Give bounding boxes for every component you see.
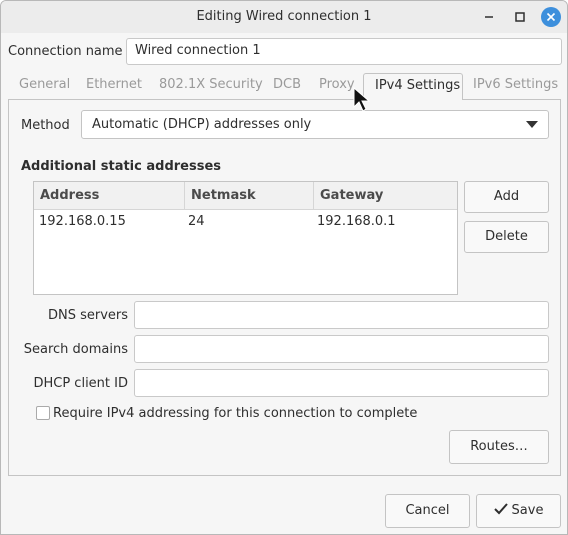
addresses-table-header: Address Netmask Gateway: [34, 182, 457, 210]
maximize-icon: [515, 12, 525, 22]
routes-button[interactable]: Routes…: [449, 430, 549, 464]
mouse-pointer-icon: [353, 87, 371, 112]
search-domains-label: Search domains: [23, 342, 128, 357]
dropdown-arrow-icon: [526, 121, 538, 128]
tab-ethernet[interactable]: Ethernet: [86, 77, 142, 92]
close-icon: [546, 12, 556, 22]
tab-dcb[interactable]: DCB: [273, 77, 301, 92]
close-button[interactable]: [541, 7, 561, 27]
delete-button[interactable]: Delete: [464, 221, 549, 253]
dns-servers-input[interactable]: [134, 301, 549, 329]
method-value: Automatic (DHCP) addresses only: [92, 117, 312, 132]
require-ipv4-label[interactable]: Require IPv4 addressing for this connect…: [53, 406, 417, 421]
dns-servers-label: DNS servers: [47, 308, 128, 323]
dhcp-client-id-label: DHCP client ID: [33, 376, 128, 391]
tab-ipv4-settings-label: IPv4 Settings: [375, 78, 461, 93]
title-bar: Editing Wired connection 1: [1, 1, 567, 33]
tab-general[interactable]: General: [19, 77, 70, 92]
add-button[interactable]: Add: [464, 181, 549, 213]
checkmark-icon: [493, 503, 508, 515]
method-dropdown[interactable]: Automatic (DHCP) addresses only: [81, 110, 549, 139]
method-label: Method: [21, 118, 70, 133]
minimize-button[interactable]: [479, 7, 499, 27]
column-netmask[interactable]: Netmask: [184, 182, 313, 210]
addresses-table[interactable]: Address Netmask Gateway 192.168.0.15 24 …: [33, 181, 458, 295]
connection-name-input[interactable]: Wired connection 1: [126, 38, 562, 65]
tab-ipv6-settings[interactable]: IPv6 Settings: [473, 77, 558, 92]
column-gateway[interactable]: Gateway: [313, 182, 457, 210]
column-address[interactable]: Address: [34, 182, 184, 210]
dhcp-client-id-input[interactable]: [134, 369, 549, 397]
save-button[interactable]: Save: [476, 494, 561, 528]
tab-ipv4-settings[interactable]: IPv4 Settings: [363, 73, 463, 100]
cell-address[interactable]: 192.168.0.15: [39, 214, 126, 229]
cell-gateway[interactable]: 192.168.0.1: [317, 214, 396, 229]
cancel-button[interactable]: Cancel: [385, 494, 470, 528]
addresses-heading: Additional static addresses: [21, 159, 222, 174]
search-domains-input[interactable]: [134, 335, 549, 363]
require-ipv4-checkbox[interactable]: [36, 406, 50, 420]
save-button-label: Save: [511, 503, 544, 518]
cell-netmask[interactable]: 24: [188, 214, 205, 229]
minimize-icon: [485, 16, 493, 18]
tab-8021x-security[interactable]: 802.1X Security: [159, 77, 263, 92]
tab-proxy[interactable]: Proxy: [319, 77, 355, 92]
maximize-button[interactable]: [510, 7, 530, 27]
dialog-window: Editing Wired connection 1 Connection na…: [0, 0, 568, 535]
connection-name-label: Connection name: [8, 44, 123, 59]
